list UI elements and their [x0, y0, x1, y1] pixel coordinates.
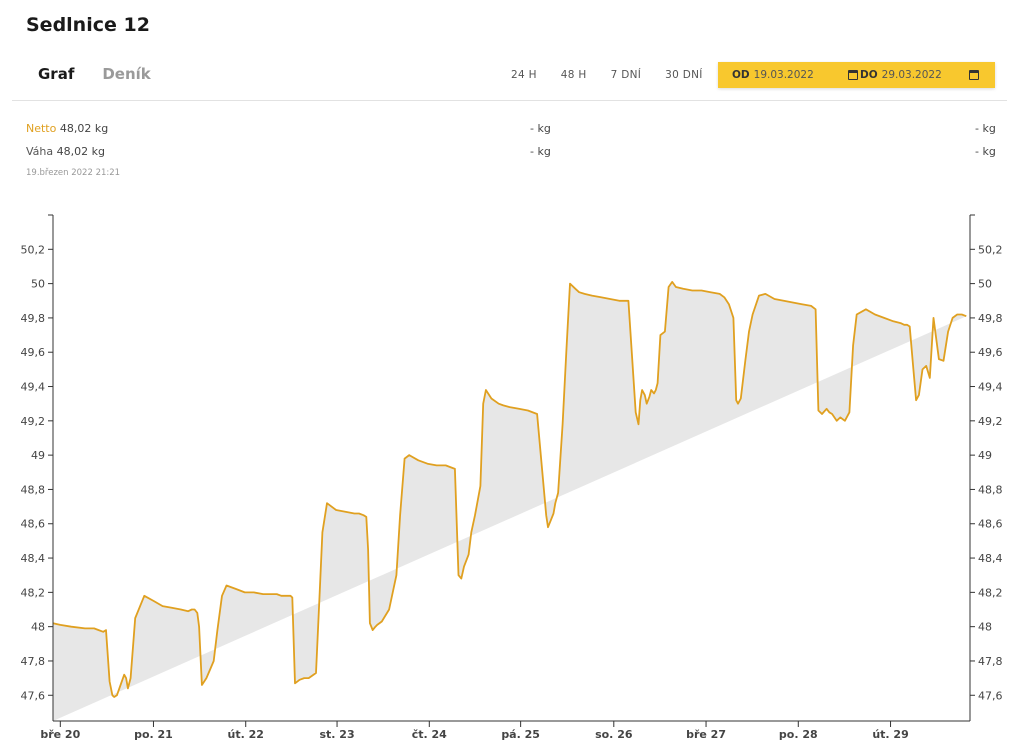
weight-chart[interactable]: 47,6 47,6 47,8 47,8 48 48 48,2 48,2 48,4 48,4 48,6… [0, 0, 1024, 747]
x-tick-label: po. 21 [134, 728, 173, 741]
y-tick-label-left: 48,6 [21, 518, 46, 531]
y-tick-label-right: 48,4 [978, 552, 1003, 565]
y-tick-label-left: 47,8 [21, 655, 46, 668]
y-tick-label-right: 48,6 [978, 518, 1003, 531]
y-tick-label-left: 49,8 [21, 312, 46, 325]
x-tick-label: po. 28 [779, 728, 818, 741]
y-tick-label-right: 50,2 [978, 243, 1003, 256]
x-tick-label: pá. 25 [501, 728, 540, 741]
y-tick-label-right: 50 [978, 278, 992, 291]
y-tick-label-left: 48,8 [21, 483, 46, 496]
y-tick-label-right: 47,6 [978, 689, 1003, 702]
x-tick-label: út. 22 [228, 728, 264, 741]
y-tick-label-right: 49,4 [978, 381, 1003, 394]
x-tick-label: čt. 24 [412, 728, 447, 741]
y-tick-label-left: 48,4 [21, 552, 46, 565]
y-tick-label-left: 50 [31, 278, 45, 291]
y-tick-label-left: 48 [31, 621, 45, 634]
y-tick-label-right: 47,8 [978, 655, 1003, 668]
y-tick-label-right: 48,2 [978, 586, 1003, 599]
y-tick-label-right: 49,8 [978, 312, 1003, 325]
x-tick-label: út. 29 [872, 728, 908, 741]
y-tick-label-right: 48,8 [978, 483, 1003, 496]
x-tick-label: bře 20 [40, 728, 80, 741]
y-tick-label-left: 49 [31, 449, 45, 462]
y-tick-label-right: 49,6 [978, 346, 1003, 359]
y-tick-label-right: 48 [978, 621, 992, 634]
x-tick-label: bře 27 [686, 728, 726, 741]
y-tick-label-right: 49,2 [978, 415, 1003, 428]
series-area-fill [53, 281, 967, 721]
y-tick-label-left: 48,2 [21, 586, 46, 599]
y-tick-label-left: 47,6 [21, 689, 46, 702]
x-tick-label: st. 23 [319, 728, 354, 741]
y-tick-label-left: 49,4 [21, 381, 46, 394]
y-tick-label-left: 50,2 [21, 243, 46, 256]
x-tick-label: so. 26 [595, 728, 633, 741]
y-tick-label-left: 49,2 [21, 415, 46, 428]
y-tick-label-right: 49 [978, 449, 992, 462]
y-tick-label-left: 49,6 [21, 346, 46, 359]
